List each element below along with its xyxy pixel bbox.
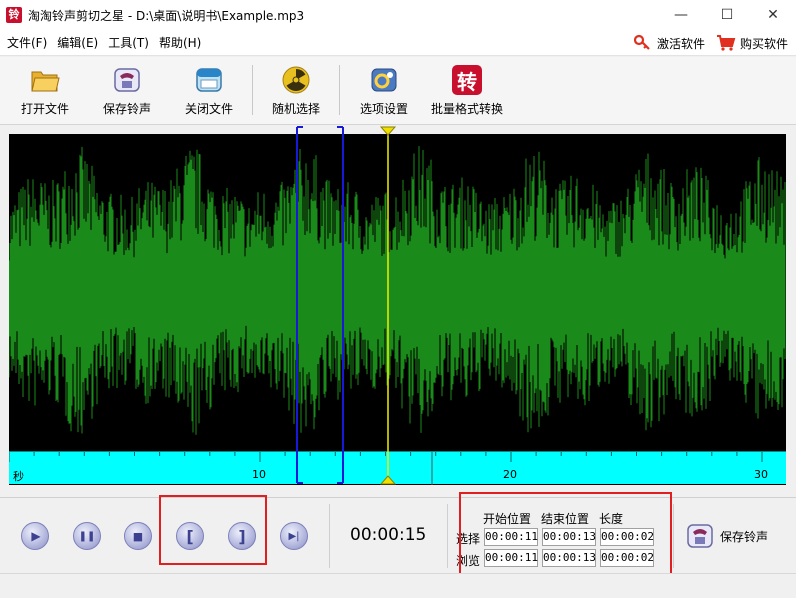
window-title: 淘淘铃声剪切之星 - D:\桌面\说明书\Example.mp3 (28, 8, 305, 23)
phone-save-icon (687, 524, 713, 548)
phone-save-icon (112, 65, 142, 95)
toolbar: 打开文件 保存铃声 关闭文件 随机选择 选项设置 转 批量格式转换 (0, 57, 796, 125)
highlight-box (159, 495, 267, 565)
pause-button[interactable]: ❚❚ (73, 522, 101, 550)
toolbar-separator (339, 65, 340, 115)
menu-file[interactable]: 文件(F) (7, 34, 47, 51)
next-button[interactable]: ▶| (280, 522, 308, 550)
minimize-button[interactable]: — (658, 0, 704, 30)
random-select-label: 随机选择 (271, 102, 320, 116)
close-file-label: 关闭文件 (184, 102, 233, 116)
menu-help[interactable]: 帮助(H) (159, 34, 201, 51)
menu-edit[interactable]: 编辑(E) (57, 34, 98, 51)
waveform (9, 146, 786, 435)
key-icon (634, 34, 650, 50)
batch-convert-label: 批量格式转换 (430, 102, 503, 116)
close-file-button[interactable]: 关闭文件 (170, 63, 248, 119)
close-button[interactable]: ✕ (750, 0, 796, 30)
random-select-button[interactable]: 随机选择 (257, 63, 335, 119)
toolbar-separator (252, 65, 253, 115)
cart-icon (717, 35, 736, 51)
play-button[interactable]: ▶ (21, 522, 49, 550)
options-button[interactable]: 选项设置 (345, 63, 423, 119)
panel-separator (673, 504, 674, 568)
panel-separator (447, 504, 448, 568)
status-bar (0, 573, 796, 598)
timeline-ticks (9, 452, 763, 485)
convert-icon: 转 (452, 65, 482, 95)
highlight-box (459, 492, 672, 578)
current-time-display: 00:00:15 (350, 525, 427, 545)
buy-label: 购买软件 (740, 36, 789, 51)
folder-icon (30, 65, 60, 95)
stop-icon: ■ (132, 529, 144, 543)
play-icon: ▶ (31, 529, 41, 543)
radiation-icon (281, 65, 311, 95)
save-ringtone-button[interactable]: 保存铃声 (686, 523, 768, 549)
maximize-button[interactable]: ☐ (704, 0, 750, 30)
activate-software-link[interactable]: 激活软件 (634, 32, 705, 54)
save-ringtone-label: 保存铃声 (720, 529, 769, 544)
panel-separator (329, 504, 330, 568)
pause-icon: ❚❚ (78, 530, 96, 542)
play-to-end-icon: ▶| (288, 530, 300, 542)
stop-button[interactable]: ■ (124, 522, 152, 550)
open-file-label: 打开文件 (20, 102, 69, 116)
activate-label: 激活软件 (657, 36, 706, 51)
close-file-icon (194, 65, 224, 95)
buy-software-link[interactable]: 购买软件 (716, 32, 788, 54)
waveform-path (9, 146, 786, 435)
app-icon: 铃 (6, 7, 22, 23)
settings-icon (369, 65, 399, 95)
waveform-panel[interactable] (9, 134, 786, 485)
options-label: 选项设置 (359, 102, 408, 116)
menu-tools[interactable]: 工具(T) (108, 34, 149, 51)
batch-convert-button[interactable]: 转 批量格式转换 (427, 63, 507, 119)
open-file-button[interactable]: 打开文件 (6, 63, 84, 119)
timeline-ruler[interactable]: 秒 10 20 30 (9, 451, 786, 485)
control-panel: ▶ ❚❚ ■ [ ] ▶| 00:00:15 开始位置 结束位置 长度 选择 0… (0, 492, 796, 578)
save-ringtone-toolbar-button[interactable]: 保存铃声 (88, 63, 166, 119)
title-bar: 铃 淘淘铃声剪切之星 - D:\桌面\说明书\Example.mp3 — ☐ ✕ (0, 0, 796, 30)
save-ringtone-toolbar-label: 保存铃声 (102, 102, 151, 116)
